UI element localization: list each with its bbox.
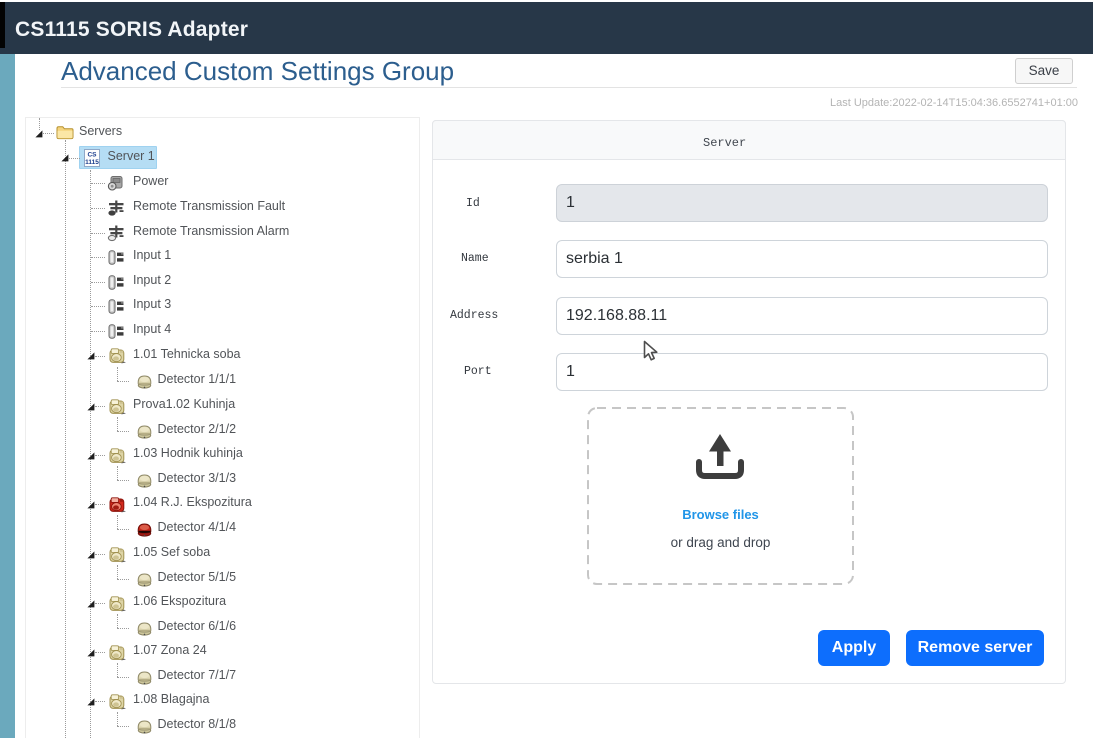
- svg-text:CS: CS: [87, 151, 97, 158]
- svg-text:1115: 1115: [85, 159, 99, 166]
